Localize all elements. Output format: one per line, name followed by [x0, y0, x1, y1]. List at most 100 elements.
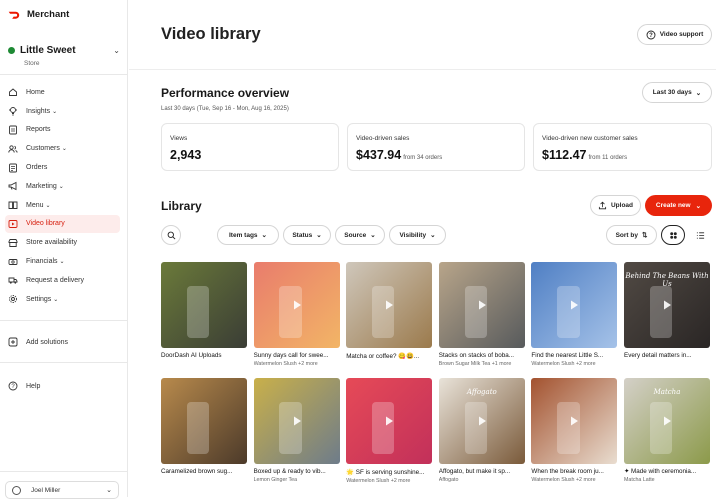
video-item-tags: Watermelon Slush +2 more: [531, 361, 596, 367]
video-card[interactable]: Caramelized brown sug...: [161, 378, 247, 477]
video-card[interactable]: Boxed up & ready to vib... Lemon Ginger …: [253, 378, 340, 483]
video-card[interactable]: Matcha ✦ Made with ceremonia... Matcha L…: [624, 378, 710, 483]
video-card[interactable]: Stacks on stacks of boba... Brown Sugar …: [438, 262, 525, 367]
filter-source[interactable]: Source ⌄: [335, 225, 385, 245]
cup-shape: [557, 286, 580, 338]
chevron-down-icon: ⌄: [316, 232, 322, 239]
video-thumbnail[interactable]: [531, 262, 618, 348]
sidebar-item-marketing[interactable]: Marketing ⌄: [5, 177, 120, 196]
user-menu[interactable]: Joel Miller ⌄: [5, 481, 119, 499]
sidebar-item-home[interactable]: Home: [5, 83, 120, 102]
sort-by-dropdown[interactable]: Sort by ⇅: [606, 225, 657, 245]
date-range-label: Last 30 days: [652, 89, 692, 96]
video-thumbnail[interactable]: [253, 262, 340, 348]
video-thumbnail[interactable]: [438, 262, 525, 348]
thumbnail-overlay-text: Affogato: [466, 388, 497, 396]
video-support-button[interactable]: ? Video support: [637, 24, 712, 45]
video-item-tags: Brown Sugar Milk Tea +1 more: [438, 361, 512, 367]
sidebar-item-financials[interactable]: Financials ⌄: [5, 252, 120, 271]
upload-button[interactable]: Upload: [590, 195, 641, 216]
sidebar-item-label: Settings: [26, 295, 52, 303]
cup-shape: [279, 286, 302, 338]
store-name: Little Sweet: [20, 45, 76, 56]
create-new-button[interactable]: Create new ⌄: [645, 195, 712, 216]
sidebar-item-reports[interactable]: Reports: [5, 121, 120, 140]
video-thumbnail[interactable]: Matcha: [624, 378, 710, 464]
sidebar-item-request-a-delivery[interactable]: Request a delivery: [5, 271, 120, 290]
video-title: Boxed up & ready to vib...: [253, 468, 326, 475]
video-card[interactable]: DoorDash AI Uploads: [161, 262, 247, 361]
store-switcher[interactable]: Little Sweet ⌄ Store: [8, 45, 120, 67]
video-card[interactable]: Sunny days call for swee... Watermelon S…: [253, 262, 340, 367]
sidebar-item-help[interactable]: ? Help: [5, 377, 120, 396]
chevron-down-icon: ⌄: [261, 232, 267, 239]
user-name: Joel Miller: [31, 486, 61, 494]
video-card[interactable]: Affogato Affogato, but make it sp... Aff…: [438, 378, 525, 483]
sidebar-item-label: Video library: [26, 220, 65, 228]
video-thumbnail[interactable]: [346, 262, 433, 348]
chevron-down-icon: ⌄: [59, 259, 65, 266]
video-support-label: Video support: [659, 31, 704, 38]
sidebar-item-orders[interactable]: Orders: [5, 158, 120, 177]
video-card[interactable]: Matcha or coffee? 😋😃...: [346, 262, 433, 362]
video-thumbnail[interactable]: Affogato: [438, 378, 525, 464]
stat-value: $437.94 from 34 orders: [356, 148, 443, 162]
stat-label: Video-driven new customer sales: [542, 135, 638, 142]
date-range-dropdown[interactable]: Last 30 days ⌄: [642, 82, 712, 103]
list-view-toggle[interactable]: [688, 225, 712, 245]
video-card[interactable]: 🌟 SF is serving sunshine... Watermelon S…: [346, 378, 433, 484]
search-icon: [167, 231, 175, 239]
video-thumbnail[interactable]: [161, 262, 247, 348]
video-thumbnail[interactable]: Behind The Beans With Us: [624, 262, 710, 348]
video-thumbnail[interactable]: [346, 378, 433, 464]
video-title: Sunny days call for swee...: [253, 352, 329, 359]
cup-shape: [186, 286, 210, 338]
filter-status[interactable]: Status ⌄: [283, 225, 331, 245]
sidebar-item-label: Menu: [26, 201, 44, 209]
chevron-down-icon: ⌄: [370, 232, 376, 239]
orders-icon: [8, 163, 18, 173]
search-button[interactable]: [161, 225, 181, 245]
sidebar-item-add-solutions[interactable]: Add solutions: [5, 333, 120, 352]
gear-icon: [8, 294, 18, 304]
play-icon: [478, 416, 486, 426]
play-icon: [664, 300, 671, 310]
sidebar-item-settings[interactable]: Settings ⌄: [5, 290, 120, 309]
filter-item-tags[interactable]: Item tags ⌄: [217, 225, 279, 245]
cup-shape: [557, 402, 580, 454]
megaphone-icon: [8, 181, 18, 191]
sidebar-item-insights[interactable]: Insights ⌄: [5, 102, 120, 121]
video-item-tags: Affogato: [438, 477, 459, 483]
video-thumbnail[interactable]: [531, 378, 618, 464]
store-status-dot: [8, 47, 15, 54]
library-title: Library: [161, 199, 202, 213]
sidebar-item-video-library[interactable]: Video library: [5, 214, 120, 234]
upload-label: Upload: [610, 202, 634, 209]
sidebar-item-customers[interactable]: Customers ⌄: [5, 139, 120, 158]
stat-card-views: Views 2,943: [161, 123, 339, 171]
video-card[interactable]: Behind The Beans With Us Every detail ma…: [624, 262, 710, 361]
cup-shape: [279, 402, 302, 454]
thumbnail-overlay-text: Behind The Beans With Us: [625, 272, 709, 288]
sidebar-item-store-availability[interactable]: Store availability: [5, 233, 120, 252]
video-title: Find the nearest Little S...: [531, 352, 604, 359]
video-card[interactable]: When the break room ju... Watermelon Slu…: [531, 378, 618, 483]
video-thumbnail[interactable]: [161, 378, 247, 464]
video-card[interactable]: Find the nearest Little S... Watermelon …: [531, 262, 618, 367]
divider: [0, 471, 127, 472]
help-icon: ?: [646, 30, 656, 39]
filter-label: Status: [292, 231, 313, 239]
sidebar-item-menu[interactable]: Menu ⌄: [5, 196, 120, 215]
video-thumbnail[interactable]: [253, 378, 340, 464]
play-icon: [664, 416, 671, 426]
video-title: When the break room ju...: [531, 468, 604, 475]
grid-view-toggle[interactable]: [661, 225, 685, 245]
chevron-down-icon: ⌄: [106, 487, 112, 494]
filter-visibility[interactable]: Visibility ⌄: [389, 225, 446, 245]
sidebar-item-label: Store availability: [26, 239, 77, 247]
sidebar-item-label: Customers: [26, 145, 60, 153]
performance-title: Performance overview: [161, 86, 290, 100]
brand[interactable]: Merchant: [8, 9, 69, 20]
chevron-down-icon: ⌄: [113, 46, 120, 55]
video-title: ✦ Made with ceremonia...: [624, 468, 697, 475]
